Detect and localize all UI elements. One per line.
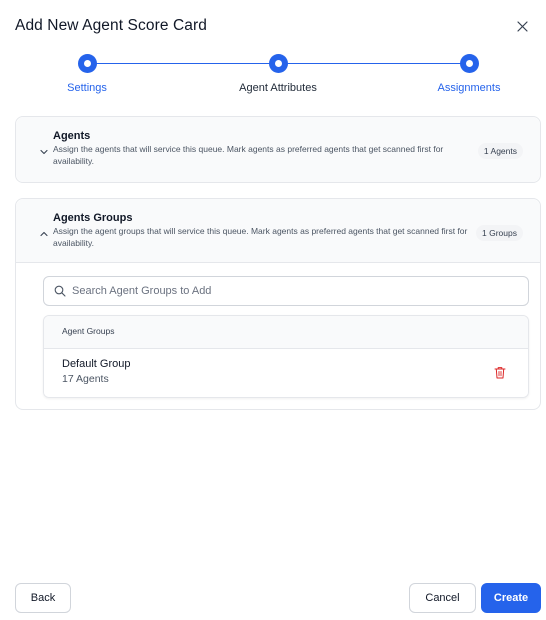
agents-section-description: Assign the agents that will service this…	[53, 144, 444, 166]
step-3-label[interactable]: Assignments	[438, 82, 501, 94]
table-header-agent-groups: Agent Groups	[44, 316, 528, 349]
agents-section: Agents Assign the agents that will servi…	[15, 116, 541, 183]
search-icon	[54, 285, 66, 297]
modal-header: Add New Agent Score Card	[15, 14, 536, 38]
step-1-label[interactable]: Settings	[67, 82, 107, 94]
step-connector	[96, 63, 278, 64]
group-name: Default Group	[62, 358, 131, 370]
agents-count-badge: 1 Agents	[477, 143, 523, 159]
step-1-indicator[interactable]	[78, 54, 97, 73]
group-agent-count: 17 Agents	[62, 373, 109, 385]
agent-groups-table: Agent Groups Default Group 17 Agents	[43, 315, 529, 398]
agents-section-header[interactable]: Agents Assign the agents that will servi…	[16, 117, 540, 182]
step-connector	[287, 63, 469, 64]
groups-count-badge: 1 Groups	[476, 225, 523, 241]
agent-groups-search	[43, 276, 529, 306]
step-2-label[interactable]: Agent Attributes	[239, 82, 317, 94]
agent-groups-section-description: Assign the agent groups that will servic…	[53, 226, 468, 248]
step-3-indicator[interactable]	[460, 54, 479, 73]
create-button[interactable]: Create	[481, 583, 541, 613]
chevron-up-icon	[40, 231, 48, 237]
cancel-button[interactable]: Cancel	[409, 583, 476, 613]
agent-groups-section: Agents Groups Assign the agent groups th…	[15, 198, 541, 410]
modal-title: Add New Agent Score Card	[15, 17, 207, 34]
agent-groups-search-input[interactable]	[72, 277, 512, 305]
chevron-down-icon	[40, 149, 48, 155]
table-row: Default Group 17 Agents	[44, 349, 528, 397]
back-button[interactable]: Back	[15, 583, 71, 613]
agent-groups-section-title: Agents Groups	[53, 212, 133, 224]
close-icon	[516, 20, 528, 32]
step-2-indicator[interactable]	[269, 54, 288, 73]
stepper: Settings Agent Attributes Assignments	[0, 54, 546, 100]
agents-section-title: Agents	[53, 130, 91, 142]
trash-icon[interactable]	[494, 366, 506, 379]
close-button[interactable]	[510, 14, 534, 38]
agent-groups-section-header[interactable]: Agents Groups Assign the agent groups th…	[16, 199, 540, 263]
